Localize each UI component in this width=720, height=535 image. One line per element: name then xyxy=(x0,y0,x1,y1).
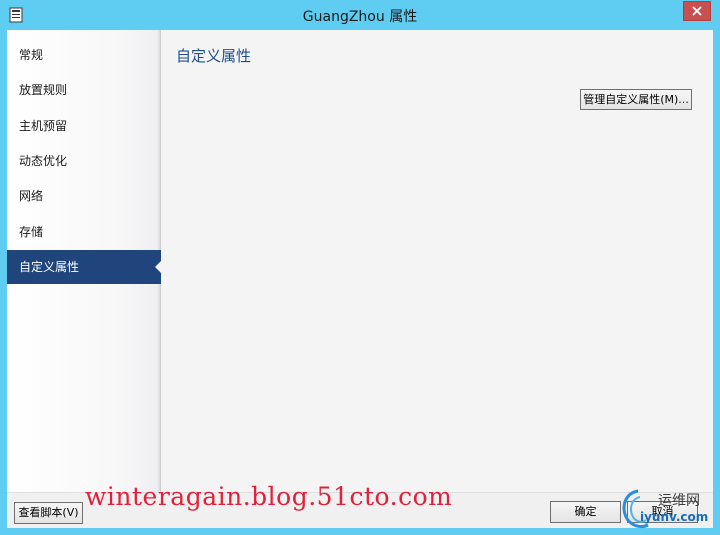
sidebar-item-label: 常规 xyxy=(19,48,44,62)
sidebar-item-label: 动态优化 xyxy=(19,154,68,168)
selection-arrow-icon xyxy=(155,260,162,274)
close-icon xyxy=(692,6,702,16)
blog-watermark: winteragain.blog.51cto.com xyxy=(85,482,453,511)
view-script-button[interactable]: 查看脚本(V) xyxy=(14,502,83,524)
sidebar-item-label: 自定义属性 xyxy=(19,260,80,274)
title-bar[interactable]: GuangZhou 属性 xyxy=(0,0,720,30)
manage-custom-properties-button[interactable]: 管理自定义属性(M)... xyxy=(580,89,692,110)
sidebar-item-label: 网络 xyxy=(19,189,44,203)
sidebar-item-custom-properties[interactable]: 自定义属性 xyxy=(7,250,162,284)
ok-button[interactable]: 确定 xyxy=(550,501,621,523)
sidebar-item-network[interactable]: 网络 xyxy=(7,179,161,213)
sidebar-item-label: 放置规则 xyxy=(19,83,68,97)
swirl-logo-icon xyxy=(622,489,649,529)
section-title: 自定义属性 xyxy=(176,47,252,65)
sidebar-item-dynamic-optimization[interactable]: 动态优化 xyxy=(7,144,161,178)
sidebar-item-general[interactable]: 常规 xyxy=(7,38,161,72)
site-logo-watermark: 运维网 iyunv.com xyxy=(618,487,718,531)
close-button[interactable] xyxy=(683,1,711,21)
sidebar-item-placement-rules[interactable]: 放置规则 xyxy=(7,73,161,107)
sidebar-item-label: 主机预留 xyxy=(19,119,68,133)
sidebar-item-storage[interactable]: 存储 xyxy=(7,215,161,249)
sidebar-nav: 常规 放置规则 主机预留 动态优化 网络 存储 自定义属性 xyxy=(7,30,162,492)
dialog-client-area: 常规 放置规则 主机预留 动态优化 网络 存储 自定义属性 自定义属性 管理自定… xyxy=(7,30,713,528)
properties-window: GuangZhou 属性 常规 放置规则 主机预留 动态优化 网络 存储 自定义… xyxy=(0,0,720,535)
logo-cn-text: 运维网 xyxy=(658,493,700,509)
window-title: GuangZhou 属性 xyxy=(302,9,418,25)
main-content: 自定义属性 管理自定义属性(M)... xyxy=(162,30,713,492)
sidebar-item-label: 存储 xyxy=(19,225,44,239)
sidebar-item-host-reserves[interactable]: 主机预留 xyxy=(7,109,161,143)
logo-url-text: iyunv.com xyxy=(640,510,709,524)
